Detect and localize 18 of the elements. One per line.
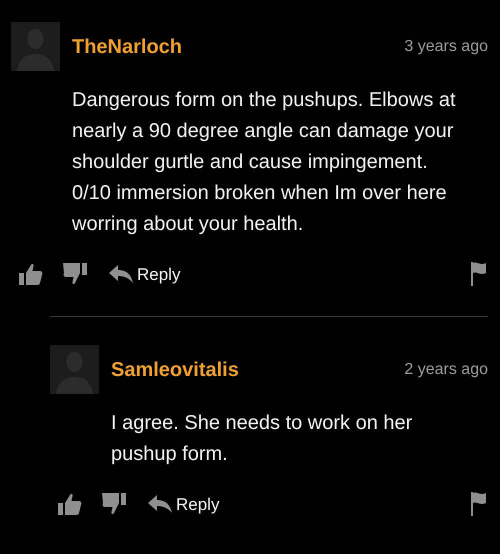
thumbs-down-icon[interactable]: [102, 493, 126, 515]
timestamp: 3 years ago: [404, 38, 488, 54]
comment-text: I agree. She needs to work on her pushup form.: [111, 411, 414, 467]
flag-icon[interactable]: [470, 492, 488, 516]
username[interactable]: Samleovitalis: [111, 360, 239, 380]
flag-icon[interactable]: [470, 262, 488, 286]
username[interactable]: TheNarloch: [72, 36, 182, 56]
avatar-icon: [11, 22, 60, 71]
reply-arrow-icon: [109, 265, 133, 283]
reply-button[interactable]: Reply: [109, 265, 180, 283]
reply-button[interactable]: Reply: [148, 495, 220, 513]
thumbs-down-icon[interactable]: [63, 263, 87, 285]
reply-arrow-icon: [148, 495, 172, 513]
timestamp: 2 years ago: [404, 362, 488, 378]
avatar-icon: [50, 345, 99, 394]
thumbs-up-icon[interactable]: [19, 263, 43, 285]
thumbs-up-icon[interactable]: [58, 493, 82, 515]
comment-text: Dangerous form on the pushups. Elbows at nearly a 90 degree angle can damage your shoulder gurtle and cause impingement. 0/10 immersion broken when Im over here worring about your health.: [72, 88, 457, 237]
